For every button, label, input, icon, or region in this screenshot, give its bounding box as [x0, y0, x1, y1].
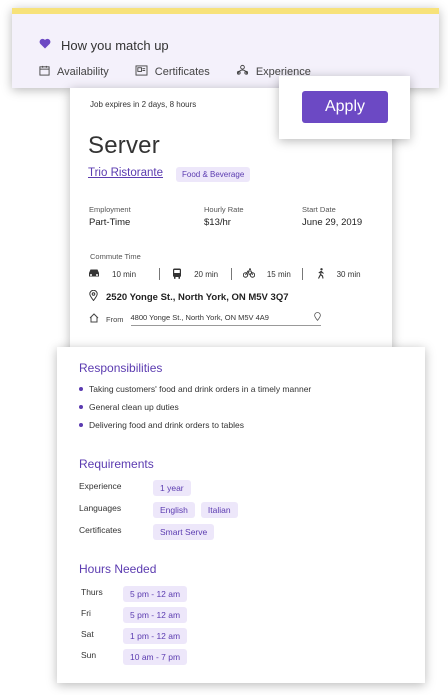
- hours-day: Fri: [81, 608, 91, 618]
- requirement-chips: Smart Serve: [153, 522, 220, 540]
- address-text: 2520 Yonge St., North York, ON M5V 3Q7: [106, 291, 289, 303]
- responsibility-item: Delivering food and drink orders to tabl…: [79, 420, 244, 430]
- commute-origin: From 4800 Yonge St., North York, ON M5V …: [89, 312, 321, 326]
- job-title: Server: [88, 132, 160, 159]
- hours-day: Sat: [81, 629, 94, 639]
- hours-needed-title: Hours Needed: [79, 562, 157, 576]
- bullet-icon: [79, 423, 83, 427]
- commute-walk: 30 min: [303, 267, 374, 281]
- hours-chip: 5 pm - 12 am: [123, 586, 188, 602]
- match-title: How you match up: [61, 37, 169, 53]
- requirement-label: Experience: [79, 481, 122, 491]
- hours-chip-wrap: 5 pm - 12 am: [123, 605, 193, 623]
- requirement-chip: Smart Serve: [153, 524, 215, 540]
- responsibility-item: General clean up duties: [79, 402, 179, 412]
- hours-chip: 5 pm - 12 am: [123, 607, 188, 623]
- commute-time: 15 min: [266, 269, 291, 279]
- apply-panel: Apply: [279, 76, 410, 139]
- commute-car: 10 min: [88, 268, 160, 280]
- commute-time: 30 min: [336, 269, 361, 279]
- responsibility-text: Taking customers' food and drink orders …: [89, 384, 312, 394]
- requirement-chip: 1 year: [153, 480, 191, 496]
- info-value: $13/hr: [204, 217, 231, 228]
- info-value: Part-Time: [89, 217, 131, 228]
- info-label: Start Date: [302, 205, 336, 214]
- apply-button[interactable]: Apply: [302, 91, 388, 123]
- responsibility-item: Taking customers' food and drink orders …: [79, 384, 311, 394]
- job-expiry: Job expires in 2 days, 8 hours: [90, 100, 197, 109]
- hours-chip-wrap: 5 pm - 12 am: [123, 584, 193, 602]
- heart-icon: [39, 36, 51, 54]
- filter-certificates[interactable]: Certificates: [135, 64, 210, 79]
- responsibility-text: General clean up duties: [89, 402, 179, 412]
- hours-chip-wrap: 10 am - 7 pm: [123, 647, 193, 665]
- location-pin-icon: [313, 312, 321, 323]
- filter-availability[interactable]: Availability: [39, 65, 109, 79]
- requirement-chips: English Italian: [153, 500, 244, 518]
- responsibility-text: Delivering food and drink orders to tabl…: [89, 420, 244, 430]
- commute-times: 10 min 20 min 15 min 30 min: [88, 267, 374, 281]
- start-date-info: Start Date June 29, 2019: [302, 205, 362, 228]
- from-label: From: [106, 314, 124, 324]
- commute-bike: 15 min: [232, 268, 304, 280]
- match-filters: Availability Certificates Experience: [39, 64, 311, 79]
- requirement-chip: Italian: [200, 502, 238, 518]
- bus-icon: [172, 268, 182, 281]
- hours-chip-wrap: 1 pm - 12 am: [123, 626, 193, 644]
- requirements-title: Requirements: [79, 457, 154, 471]
- commute-bus: 20 min: [160, 268, 232, 280]
- job-address: 2520 Yonge St., North York, ON M5V 3Q7: [89, 289, 289, 304]
- hours-chip: 10 am - 7 pm: [123, 649, 188, 665]
- bullet-icon: [79, 405, 83, 409]
- company-link[interactable]: Trio Ristorante: [88, 167, 163, 179]
- info-value: June 29, 2019: [302, 217, 363, 228]
- category-badge: Food & Beverage: [176, 167, 251, 182]
- responsibilities-title: Responsibilities: [79, 361, 163, 375]
- bullet-icon: [79, 387, 83, 391]
- filter-label: Availability: [57, 65, 109, 78]
- walk-icon: [317, 267, 325, 281]
- employment-info: Employment Part-Time: [89, 205, 131, 228]
- requirement-chip: English: [153, 502, 195, 518]
- bike-icon: [242, 268, 256, 280]
- home-icon: [89, 313, 99, 325]
- calendar-icon: [39, 65, 50, 79]
- requirement-label: Languages: [79, 503, 122, 513]
- location-pin-icon: [89, 289, 98, 304]
- hours-day: Thurs: [81, 587, 103, 597]
- commute-label: Commute Time: [90, 252, 141, 261]
- car-icon: [88, 268, 100, 280]
- certificate-icon: [135, 64, 148, 79]
- info-label: Hourly Rate: [204, 205, 244, 214]
- commute-time: 20 min: [194, 269, 219, 279]
- hours-day: Sun: [81, 650, 97, 660]
- hourly-rate-info: Hourly Rate $13/hr: [204, 205, 244, 228]
- filter-label: Certificates: [154, 65, 210, 78]
- match-header[interactable]: How you match up: [39, 36, 169, 54]
- job-details-card: Responsibilities Taking customers' food …: [57, 347, 425, 683]
- origin-address-value: 4800 Yonge St., North York, ON M5V 4A9: [130, 313, 269, 322]
- requirement-label: Certificates: [79, 525, 122, 535]
- experience-icon: [236, 64, 249, 79]
- info-label: Employment: [89, 205, 131, 214]
- commute-time: 10 min: [112, 269, 137, 279]
- requirement-chips: 1 year: [153, 478, 197, 496]
- hours-chip: 1 pm - 12 am: [123, 628, 188, 644]
- origin-address-input[interactable]: 4800 Yonge St., North York, ON M5V 4A9: [130, 312, 321, 326]
